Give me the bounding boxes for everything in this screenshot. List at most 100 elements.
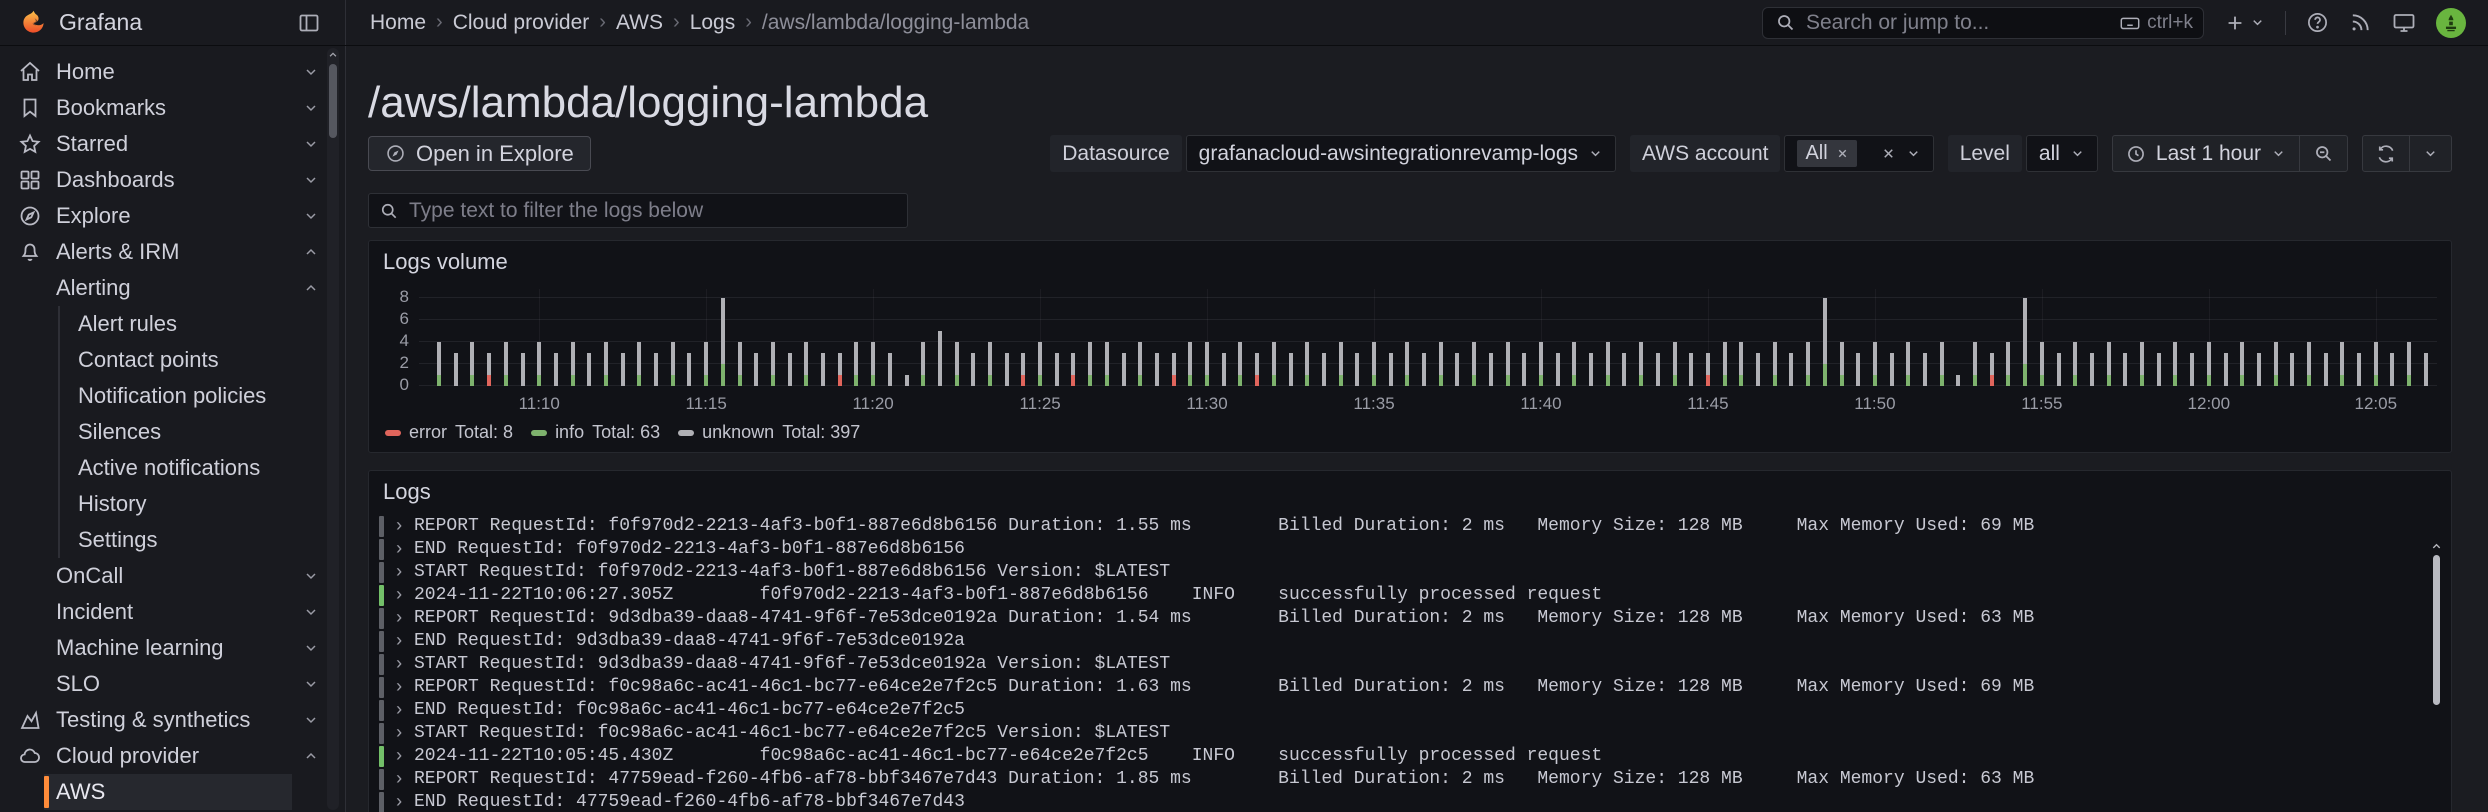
chevron-down-icon[interactable]: [303, 640, 319, 656]
chevron-up-icon[interactable]: [303, 244, 319, 260]
add-new-button[interactable]: [2224, 12, 2265, 34]
scroll-up-icon[interactable]: [2431, 541, 2443, 552]
log-row[interactable]: › END RequestId: f0c98a6c-ac41-46c1-bc77-…: [379, 699, 2441, 722]
sidebar-item-contact-points[interactable]: Contact points: [0, 342, 345, 378]
grafana-logo-icon[interactable]: [20, 9, 47, 36]
legend-total: Total: 397: [782, 422, 861, 442]
expand-row-icon[interactable]: ›: [384, 632, 414, 652]
expand-row-icon[interactable]: ›: [384, 655, 414, 675]
sidebar-item-oncall[interactable]: OnCall: [0, 558, 345, 594]
chevron-down-icon[interactable]: [303, 64, 319, 80]
chevron-down-icon[interactable]: [303, 136, 319, 152]
zoom-out-button[interactable]: [2299, 136, 2347, 171]
clear-all-icon[interactable]: [1881, 146, 1896, 161]
sidebar-scroll-thumb[interactable]: [329, 64, 337, 138]
log-row[interactable]: › END RequestId: 9d3dba39-daa8-4741-9f6f-…: [379, 630, 2441, 653]
log-row[interactable]: › 2024-11-22T10:06:27.305Z f0f970d2-2213-…: [379, 584, 2441, 607]
log-filter[interactable]: [368, 193, 908, 228]
sidebar-item-alert-rules[interactable]: Alert rules: [0, 306, 345, 342]
expand-row-icon[interactable]: ›: [384, 770, 414, 790]
help-button[interactable]: [2306, 11, 2329, 34]
expand-row-icon[interactable]: ›: [384, 540, 414, 560]
scroll-up-icon[interactable]: [328, 50, 338, 60]
breadcrumb-item-home[interactable]: Home: [370, 11, 426, 35]
sidebar-item-starred[interactable]: Starred: [0, 126, 345, 162]
legend-item-info[interactable]: info Total: 63: [531, 422, 660, 443]
level-select[interactable]: all: [2025, 135, 2098, 172]
sidebar-item-incident[interactable]: Incident: [0, 594, 345, 630]
expand-row-icon[interactable]: ›: [384, 563, 414, 583]
log-row[interactable]: › 2024-11-22T10:05:45.430Z f0c98a6c-ac41-…: [379, 745, 2441, 768]
expand-row-icon[interactable]: ›: [384, 586, 414, 606]
sidebar-item-active-notifications[interactable]: Active notifications: [0, 450, 345, 486]
sidebar-toggle-icon[interactable]: [297, 11, 321, 35]
log-row[interactable]: › END RequestId: 47759ead-f260-4fb6-af78-…: [379, 791, 2441, 812]
expand-row-icon[interactable]: ›: [384, 678, 414, 698]
sidebar-item-home[interactable]: Home: [0, 54, 345, 90]
legend-item-unknown[interactable]: unknown Total: 397: [678, 422, 860, 443]
logs-header[interactable]: Logs: [369, 471, 2451, 513]
search-input[interactable]: [1806, 10, 2110, 35]
kiosk-mode-button[interactable]: [2392, 11, 2416, 35]
account-tag[interactable]: All: [1797, 140, 1857, 167]
sidebar-item-silences[interactable]: Silences: [0, 414, 345, 450]
chevron-up-icon[interactable]: [303, 748, 319, 764]
legend-item-error[interactable]: error Total: 8: [385, 422, 513, 443]
sidebar-item-aws[interactable]: AWS: [0, 774, 345, 810]
log-filter-input[interactable]: [409, 198, 897, 223]
chevron-down-icon[interactable]: [303, 208, 319, 224]
log-row[interactable]: › START RequestId: f0f970d2-2213-4af3-b0f…: [379, 561, 2441, 584]
breadcrumb-item-aws[interactable]: AWS: [616, 11, 663, 35]
sidebar-item-history[interactable]: History: [0, 486, 345, 522]
expand-row-icon[interactable]: ›: [384, 724, 414, 744]
bar-segment-info: [1038, 375, 1043, 386]
aws-account-select[interactable]: All: [1784, 135, 1934, 172]
news-button[interactable]: [2349, 11, 2372, 34]
sidebar-item-alerts-irm[interactable]: Alerts & IRM: [0, 234, 345, 270]
chevron-down-icon[interactable]: [303, 676, 319, 692]
chevron-down-icon[interactable]: [303, 100, 319, 116]
expand-row-icon[interactable]: ›: [384, 747, 414, 767]
expand-row-icon[interactable]: ›: [384, 793, 414, 812]
sidebar-item-machine-learning[interactable]: Machine learning: [0, 630, 345, 666]
sidebar-item-cloud-provider[interactable]: Cloud provider: [0, 738, 345, 774]
log-row[interactable]: › END RequestId: f0f970d2-2213-4af3-b0f1-…: [379, 538, 2441, 561]
datasource-select[interactable]: grafanacloud-awsintegrationrevamp-logs: [1185, 135, 1617, 172]
chevron-down-icon[interactable]: [303, 712, 319, 728]
sidebar-item-explore[interactable]: Explore: [0, 198, 345, 234]
remove-tag-icon[interactable]: [1836, 147, 1849, 160]
expand-row-icon[interactable]: ›: [384, 609, 414, 629]
chevron-up-icon[interactable]: [303, 280, 319, 296]
refresh-interval-button[interactable]: [2409, 136, 2451, 171]
logs-scrollbar[interactable]: [2431, 515, 2443, 812]
sidebar-item-alerting[interactable]: Alerting: [0, 270, 345, 306]
log-row[interactable]: › REPORT RequestId: 9d3dba39-daa8-4741-9f…: [379, 607, 2441, 630]
log-row[interactable]: › REPORT RequestId: f0c98a6c-ac41-46c1-bc…: [379, 676, 2441, 699]
chevron-down-icon[interactable]: [303, 568, 319, 584]
log-row[interactable]: › START RequestId: 9d3dba39-daa8-4741-9f6…: [379, 653, 2441, 676]
sidebar-item-dashboards[interactable]: Dashboards: [0, 162, 345, 198]
chevron-down-icon[interactable]: [303, 172, 319, 188]
sidebar-item-testing-synthetics[interactable]: Testing & synthetics: [0, 702, 345, 738]
sidebar-item-slo[interactable]: SLO: [0, 666, 345, 702]
global-search[interactable]: ctrl+k: [1762, 6, 2204, 39]
chevron-down-icon[interactable]: [303, 604, 319, 620]
time-range-button[interactable]: Last 1 hour: [2113, 136, 2299, 171]
breadcrumb-item-cloud-provider[interactable]: Cloud provider: [453, 11, 590, 35]
log-row[interactable]: › REPORT RequestId: f0f970d2-2213-4af3-b0…: [379, 515, 2441, 538]
sidebar-scrollbar[interactable]: [327, 48, 339, 810]
expand-row-icon[interactable]: ›: [384, 701, 414, 721]
sidebar-item-settings[interactable]: Settings: [0, 522, 345, 558]
compass-icon: [387, 145, 404, 162]
sidebar-item-notification-policies[interactable]: Notification policies: [0, 378, 345, 414]
logs-scroll-thumb[interactable]: [2433, 555, 2440, 705]
expand-row-icon[interactable]: ›: [384, 517, 414, 537]
user-avatar[interactable]: [2436, 7, 2466, 38]
open-in-explore-button[interactable]: Open in Explore: [368, 136, 591, 171]
refresh-button[interactable]: [2363, 136, 2409, 171]
breadcrumb-item-logs[interactable]: Logs: [690, 11, 736, 35]
sidebar-item-bookmarks[interactable]: Bookmarks: [0, 90, 345, 126]
log-row[interactable]: › START RequestId: f0c98a6c-ac41-46c1-bc7…: [379, 722, 2441, 745]
log-row[interactable]: › REPORT RequestId: 47759ead-f260-4fb6-af…: [379, 768, 2441, 791]
logs-volume-header[interactable]: Logs volume: [369, 241, 2451, 283]
